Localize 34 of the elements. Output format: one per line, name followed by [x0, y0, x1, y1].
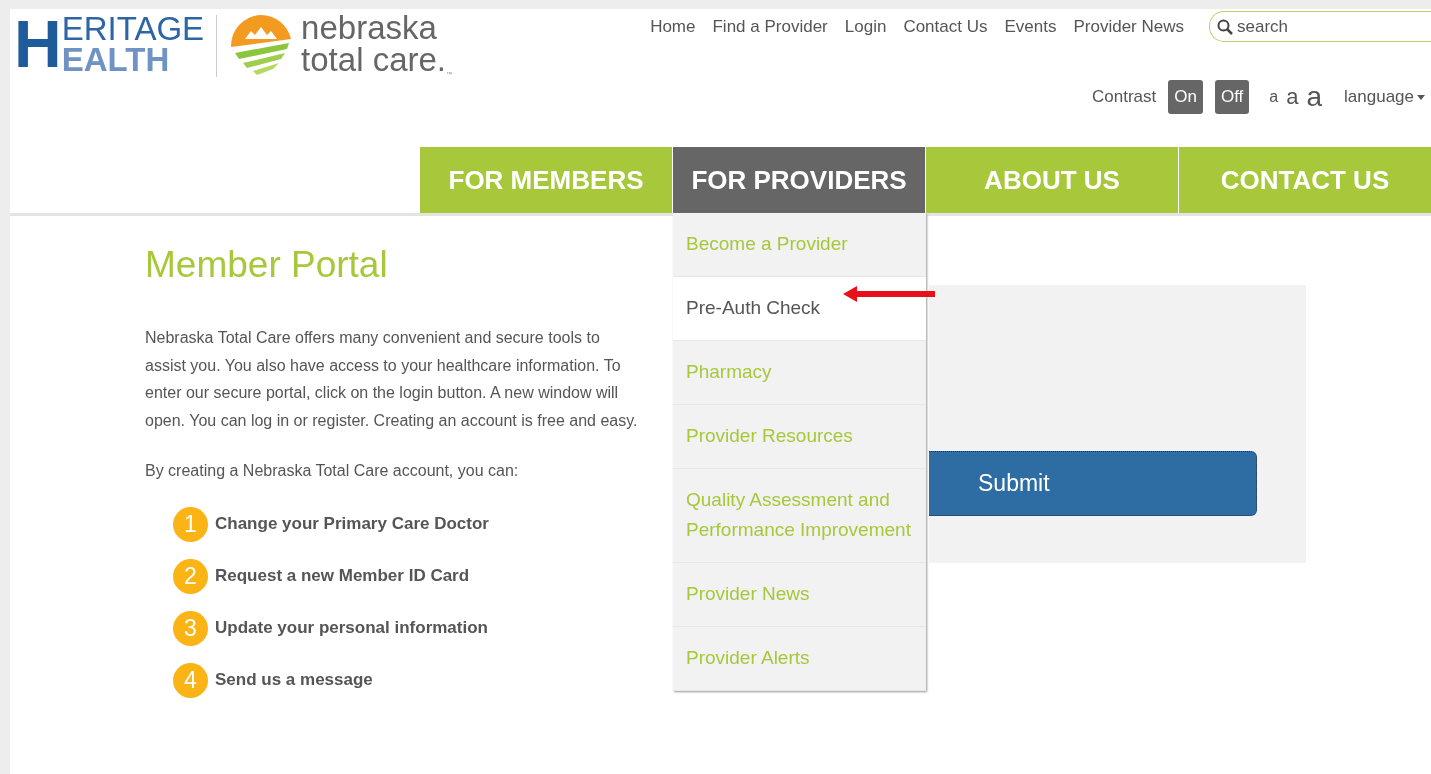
- logo-text: EALTH: [61, 45, 171, 75]
- search-field[interactable]: search: [1209, 11, 1431, 42]
- intro-paragraph: Nebraska Total Care offers many convenient and secure tools to assist you. You also have access to your healthcare information. To enter our secure portal, click on the login button. A new window will open. You can log in or register. Creating an account is free and easy.: [145, 328, 639, 432]
- top-nav-link[interactable]: Find a Provider: [712, 16, 828, 37]
- font-size-link[interactable]: a: [1306, 81, 1323, 113]
- search-icon: [1217, 19, 1233, 35]
- contrast-button[interactable]: Off: [1214, 80, 1250, 114]
- step-text: Change your Primary Care Doctor: [215, 514, 489, 535]
- page-title: Member Portal: [145, 244, 388, 286]
- lead-text: By creating a Nebraska Total Care account, you can:: [145, 461, 519, 480]
- menu-item[interactable]: Pre-Auth Check: [673, 277, 926, 341]
- logo-text: ERITAGE: [61, 13, 205, 45]
- top-nav-link[interactable]: Login: [844, 16, 887, 37]
- contrast-button[interactable]: On: [1168, 80, 1203, 114]
- step-number: 3: [173, 610, 208, 646]
- step-text: Request a new Member ID Card: [215, 566, 470, 587]
- step-number: 1: [173, 506, 208, 542]
- logo-initial: H: [14, 13, 60, 75]
- font-size-link[interactable]: a: [1269, 88, 1279, 106]
- top-nav-link[interactable]: Home: [650, 16, 696, 37]
- step-number: 4: [173, 662, 208, 698]
- top-nav-link[interactable]: Contact Us: [903, 16, 988, 37]
- step-text: Update your personal information: [215, 618, 488, 639]
- submit-button[interactable]: Submit: [929, 451, 1257, 516]
- step-text: Send us a message: [215, 670, 373, 691]
- logo-text: total care.: [301, 43, 446, 77]
- font-size-link[interactable]: a: [1286, 84, 1299, 110]
- language-dropdown[interactable]: language: [1344, 87, 1425, 107]
- logo-text: nebraska: [301, 13, 438, 43]
- top-nav-link[interactable]: Provider News: [1073, 16, 1184, 37]
- contrast-label: Contrast: [1092, 87, 1157, 107]
- step-number: 2: [173, 558, 208, 594]
- caret-icon: [1417, 94, 1425, 100]
- top-nav-link[interactable]: Events: [1004, 16, 1057, 37]
